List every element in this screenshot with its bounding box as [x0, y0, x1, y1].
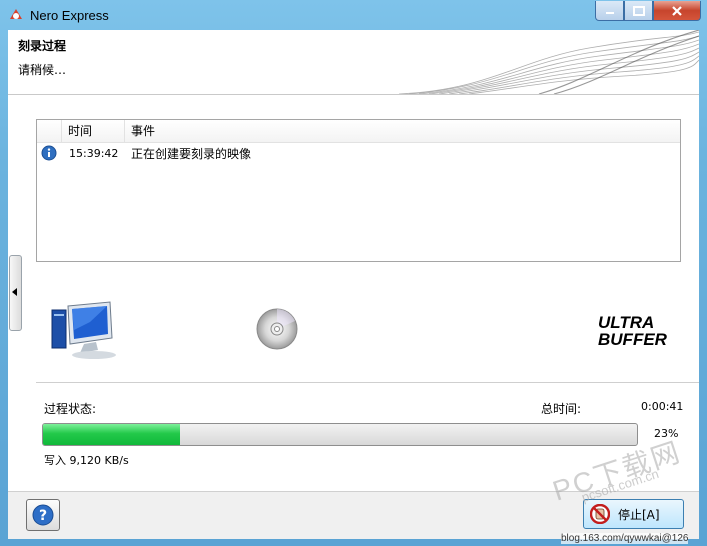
separator [36, 382, 699, 383]
close-button[interactable] [653, 1, 701, 21]
arrow-left-icon [12, 288, 17, 296]
log-column-time[interactable]: 时间 [62, 120, 125, 142]
page-subtitle: 请稍候… [18, 63, 67, 77]
total-time-value: 0:00:41 [641, 400, 684, 413]
window-frame: Nero Express 刻录过程 请稍候… 时间 事件 15:39:42 正在… [0, 0, 707, 546]
log-row-event: 正在创建要刻录的映像 [131, 146, 252, 161]
svg-text:BUFFER: BUFFER [598, 330, 668, 347]
svg-text:?: ? [39, 508, 47, 524]
progress-bar [42, 423, 638, 446]
log-row-time: 15:39:42 [69, 146, 119, 160]
dialog-client-area: 刻录过程 请稍候… 时间 事件 15:39:42 正在创建要刻录的映像 ULTR… [8, 30, 699, 539]
log-column-event[interactable]: 事件 [125, 120, 155, 142]
window-controls [595, 1, 701, 21]
stop-button-label: 停止[A] [618, 507, 660, 522]
footer-bar: ? 停止[A] [8, 491, 699, 539]
progress-percent: 23% [654, 427, 679, 440]
decorative-waves [399, 30, 699, 94]
info-icon [41, 145, 57, 161]
close-icon [672, 5, 682, 16]
maximize-icon [632, 5, 645, 16]
write-speed: 写入 9,120 KB/s [44, 454, 129, 467]
log-header: 时间 事件 [37, 120, 680, 143]
log-column-icon [37, 120, 62, 142]
total-time-label: 总时间: [541, 402, 582, 416]
title-bar[interactable]: Nero Express [0, 0, 707, 30]
stop-icon [590, 504, 610, 524]
stop-button[interactable]: 停止[A] [583, 499, 684, 529]
nero-app-icon [10, 9, 22, 19]
header-panel: 刻录过程 请稍候… [8, 30, 699, 95]
maximize-button[interactable] [624, 1, 653, 21]
window-title: Nero Express [30, 8, 109, 23]
event-log-list[interactable]: 时间 事件 15:39:42 正在创建要刻录的映像 [36, 119, 681, 262]
disc-icon [256, 308, 298, 350]
progress-bar-fill [43, 424, 180, 445]
process-status-label: 过程状态: [44, 402, 97, 416]
ultrabuffer-logo: ULTRA BUFFER [598, 313, 668, 347]
page-title: 刻录过程 [18, 39, 67, 53]
help-icon: ? [32, 504, 54, 526]
computer-icon [51, 301, 116, 359]
watermark-blog: blog.163.com/qywwkai@126 [561, 533, 689, 544]
collapse-panel-handle[interactable] [9, 255, 22, 331]
help-button[interactable]: ? [26, 499, 60, 531]
log-row-icon-cell [37, 145, 61, 161]
log-row[interactable]: 15:39:42 正在创建要刻录的映像 [37, 143, 680, 163]
minimize-button[interactable] [595, 1, 624, 21]
minimize-icon [605, 11, 614, 14]
